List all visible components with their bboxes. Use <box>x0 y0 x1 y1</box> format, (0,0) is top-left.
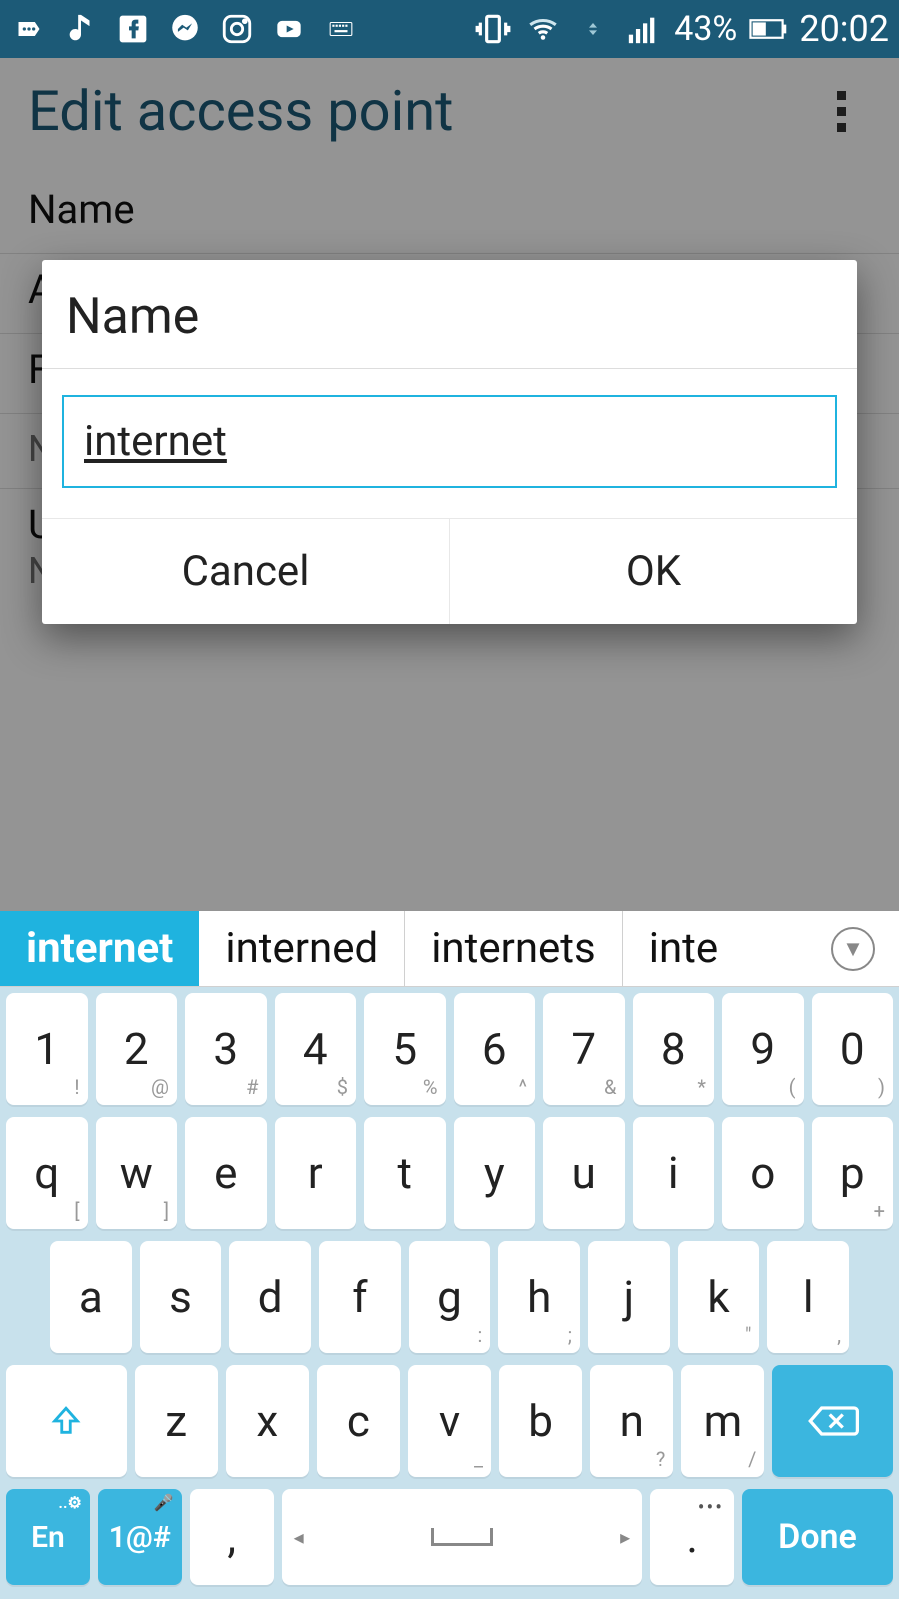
status-bar: 43% 20:02 <box>0 0 899 58</box>
key-c[interactable]: c <box>317 1365 400 1477</box>
key-3[interactable]: 3# <box>185 993 267 1105</box>
battery-pct: 43% <box>674 9 737 49</box>
suggestion-expand[interactable]: ▼ <box>821 911 899 986</box>
key-7[interactable]: 7& <box>543 993 625 1105</box>
key-s[interactable]: s <box>140 1241 222 1353</box>
space-key[interactable]: ◂▸ <box>282 1489 643 1585</box>
done-key[interactable]: Done <box>742 1489 893 1585</box>
soft-keyboard: internet interned internets inte ▼ 1!2@3… <box>0 911 899 1599</box>
status-right: 43% 20:02 <box>474 8 889 50</box>
key-l[interactable]: l, <box>767 1241 849 1353</box>
key-i[interactable]: i <box>633 1117 715 1229</box>
backspace-key[interactable] <box>772 1365 893 1477</box>
key-o[interactable]: o <box>722 1117 804 1229</box>
key-b[interactable]: b <box>499 1365 582 1477</box>
comma-key[interactable]: , <box>190 1489 274 1585</box>
clock: 20:02 <box>799 8 889 50</box>
key-5[interactable]: 5% <box>364 993 446 1105</box>
key-f[interactable]: f <box>319 1241 401 1353</box>
suggestion-item[interactable]: interned <box>199 911 405 986</box>
shift-key[interactable] <box>6 1365 127 1477</box>
key-x[interactable]: x <box>226 1365 309 1477</box>
suggestion-item[interactable]: internets <box>405 911 623 986</box>
key-4[interactable]: 4$ <box>275 993 357 1105</box>
key-p[interactable]: p+ <box>812 1117 894 1229</box>
suggestion-bar: internet interned internets inte ▼ <box>0 911 899 987</box>
key-9[interactable]: 9( <box>722 993 804 1105</box>
name-dialog: Name Cancel OK <box>42 260 857 624</box>
keyboard-notif-icon <box>322 10 360 48</box>
key-h[interactable]: h; <box>498 1241 580 1353</box>
ok-button[interactable]: OK <box>450 519 857 624</box>
suggestion-item[interactable]: internet <box>0 911 199 986</box>
vibrate-icon <box>474 10 512 48</box>
notification-icon <box>10 10 48 48</box>
cancel-button[interactable]: Cancel <box>42 519 449 624</box>
dialog-title: Name <box>42 260 857 368</box>
instagram-icon <box>218 10 256 48</box>
key-y[interactable]: y <box>454 1117 536 1229</box>
key-d[interactable]: d <box>229 1241 311 1353</box>
key-z[interactable]: z <box>135 1365 218 1477</box>
lang-key[interactable]: ..⚙En <box>6 1489 90 1585</box>
key-u[interactable]: u <box>543 1117 625 1229</box>
dot-key[interactable]: •••. <box>650 1489 734 1585</box>
suggestion-item[interactable]: inte <box>623 911 744 986</box>
key-1[interactable]: 1! <box>6 993 88 1105</box>
data-arrows-icon <box>574 10 612 48</box>
facebook-icon <box>114 10 152 48</box>
key-k[interactable]: k" <box>678 1241 760 1353</box>
key-q[interactable]: q[ <box>6 1117 88 1229</box>
key-w[interactable]: w] <box>96 1117 178 1229</box>
name-input[interactable] <box>62 395 837 488</box>
wifi-icon <box>524 10 562 48</box>
key-n[interactable]: n? <box>590 1365 673 1477</box>
music-icon <box>62 10 100 48</box>
key-r[interactable]: r <box>275 1117 357 1229</box>
status-left-icons <box>10 10 360 48</box>
key-e[interactable]: e <box>185 1117 267 1229</box>
key-2[interactable]: 2@ <box>96 993 178 1105</box>
symbols-key[interactable]: 🎤1@# <box>98 1489 182 1585</box>
battery-icon <box>749 10 787 48</box>
key-6[interactable]: 6^ <box>454 993 536 1105</box>
key-g[interactable]: g: <box>409 1241 491 1353</box>
key-t[interactable]: t <box>364 1117 446 1229</box>
key-m[interactable]: m/ <box>681 1365 764 1477</box>
key-a[interactable]: a <box>50 1241 132 1353</box>
key-0[interactable]: 0) <box>812 993 894 1105</box>
signal-icon <box>624 10 662 48</box>
youtube-icon <box>270 10 308 48</box>
key-v[interactable]: v_ <box>408 1365 491 1477</box>
key-8[interactable]: 8* <box>633 993 715 1105</box>
messenger-icon <box>166 10 204 48</box>
key-j[interactable]: j <box>588 1241 670 1353</box>
